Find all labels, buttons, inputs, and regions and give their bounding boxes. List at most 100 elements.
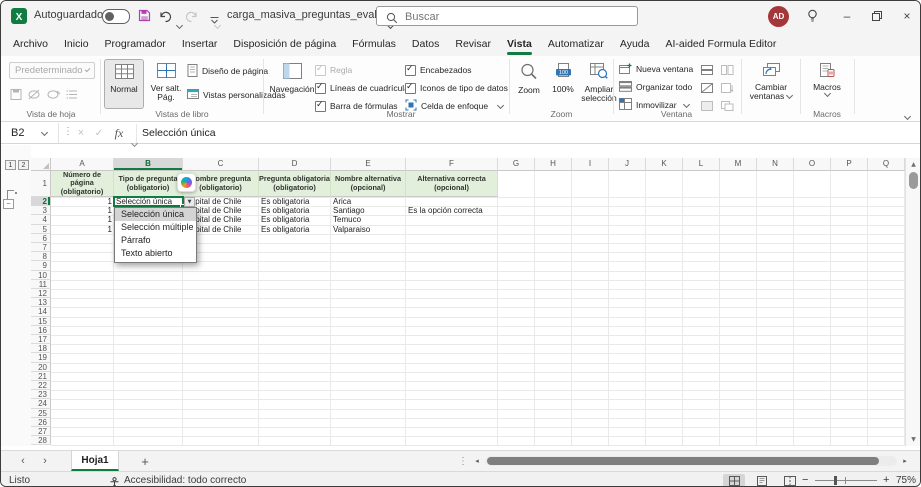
outline-gutter [1, 145, 31, 446]
row-header-8[interactable]: 8 [31, 252, 51, 261]
select-all-corner[interactable] [31, 158, 51, 171]
row-header-7[interactable]: 7 [31, 243, 51, 252]
cell-D5[interactable]: Es obligatoria [259, 225, 331, 234]
column-header-Q[interactable]: Q [868, 158, 905, 171]
hscroll-right-arrow[interactable]: ▸ [899, 451, 911, 471]
cell-F3[interactable]: Es la opción correcta [406, 206, 498, 215]
row-header-27[interactable]: 27 [31, 427, 51, 436]
dropdown-option[interactable]: Selección múltiple [115, 221, 196, 234]
cell-D4[interactable]: Es obligatoria [259, 215, 331, 224]
column-header-P[interactable]: P [831, 158, 868, 171]
row-header-3[interactable]: 3 [31, 206, 51, 215]
column-header-L[interactable]: L [683, 158, 720, 171]
horizontal-scrollbar-thumb[interactable] [487, 457, 879, 465]
cell-B2[interactable]: Selección única [114, 197, 183, 206]
normal-view-status-button[interactable] [723, 474, 745, 487]
row-header-14[interactable]: 14 [31, 307, 51, 316]
cell-A5[interactable]: 1 [51, 225, 114, 234]
column-header-G[interactable]: G [498, 158, 535, 171]
cell-dropdown-button[interactable]: ▼ [184, 197, 195, 207]
column-header-D[interactable]: D [259, 158, 331, 171]
sheet-tab-hoja1[interactable]: Hoja1 [71, 451, 119, 471]
cell-A4[interactable]: 1 [51, 215, 114, 224]
column-header-K[interactable]: K [646, 158, 683, 171]
outline-level-button-2[interactable]: 2 [18, 160, 29, 170]
cell-D2[interactable]: Es obligatoria [259, 197, 331, 206]
row-header-17[interactable]: 17 [31, 335, 51, 344]
row-header-1[interactable]: 1 [31, 171, 51, 197]
row-header-13[interactable]: 13 [31, 298, 51, 307]
row-header-26[interactable]: 26 [31, 418, 51, 427]
zoom-in-button[interactable]: + [883, 472, 889, 487]
row-header-18[interactable]: 18 [31, 344, 51, 353]
outline-collapse-button[interactable]: − [3, 199, 14, 209]
row-header-15[interactable]: 15 [31, 317, 51, 326]
cell-D3[interactable]: Es obligatoria [259, 206, 331, 215]
row-header-23[interactable]: 23 [31, 390, 51, 399]
row-header-2[interactable]: 2 [31, 197, 51, 206]
cell-E2[interactable]: Arica [331, 197, 406, 206]
header-cell-B1[interactable]: Tipo de pregunta(obligatorio) [114, 171, 183, 197]
vertical-scrollbar-thumb[interactable] [909, 172, 918, 189]
zoom-slider-track[interactable] [815, 480, 877, 481]
horizontal-scrollbar[interactable] [485, 456, 897, 466]
select-all-triangle [43, 163, 49, 169]
hscroll-left-arrow[interactable]: ◂ [471, 451, 483, 471]
cell-A3[interactable]: 1 [51, 206, 114, 215]
cell-E5[interactable]: Valparaiso [331, 225, 406, 234]
row-header-21[interactable]: 21 [31, 372, 51, 381]
next-sheet-button[interactable]: › [37, 451, 53, 471]
row-header-4[interactable]: 4 [31, 215, 51, 224]
row-header-12[interactable]: 12 [31, 289, 51, 298]
scroll-down-arrow[interactable]: ▼ [906, 436, 921, 443]
column-header-J[interactable]: J [609, 158, 646, 171]
add-sheet-button[interactable]: + [136, 451, 154, 471]
scroll-up-arrow[interactable]: ▲ [906, 161, 921, 168]
row-header-9[interactable]: 9 [31, 261, 51, 270]
cell-A2[interactable]: 1 [51, 197, 114, 206]
column-header-H[interactable]: H [535, 158, 572, 171]
column-header-F[interactable]: F [406, 158, 498, 171]
tab-splitter-grip[interactable]: ⋮ [457, 451, 469, 471]
column-header-B[interactable]: B [114, 158, 183, 171]
column-header-M[interactable]: M [720, 158, 757, 171]
accessibility-icon [109, 475, 120, 487]
row-header-24[interactable]: 24 [31, 399, 51, 408]
row-header-5[interactable]: 5 [31, 225, 51, 234]
header-cell-A1[interactable]: Número de página(obligatorio) [51, 171, 114, 197]
cell-E3[interactable]: Santiago [331, 206, 406, 215]
vertical-scrollbar[interactable]: ▲ ▼ [905, 158, 921, 446]
page-break-status-button[interactable] [779, 474, 801, 487]
dropdown-option[interactable]: Selección única [115, 208, 196, 221]
row-header-6[interactable]: 6 [31, 234, 51, 243]
row-header-19[interactable]: 19 [31, 353, 51, 362]
header-cell-F1[interactable]: Alternativa correcta(opcional) [406, 171, 498, 197]
header-cell-D1[interactable]: Pregunta obligatoria(obligatorio) [259, 171, 331, 197]
page-layout-status-button[interactable] [751, 474, 773, 487]
previous-sheet-button[interactable]: ‹ [15, 451, 31, 471]
zoom-slider-knob[interactable] [834, 476, 837, 485]
copilot-button[interactable] [177, 173, 196, 192]
column-header-E[interactable]: E [331, 158, 406, 171]
column-header-I[interactable]: I [572, 158, 609, 171]
column-header-O[interactable]: O [794, 158, 831, 171]
row-header-28[interactable]: 28 [31, 436, 51, 445]
column-header-N[interactable]: N [757, 158, 794, 171]
cell-E4[interactable]: Temuco [331, 215, 406, 224]
row-header-22[interactable]: 22 [31, 381, 51, 390]
outline-level-button-1[interactable]: 1 [5, 160, 16, 170]
zoom-percentage[interactable]: 75% [896, 472, 916, 487]
accessibility-status[interactable]: Accesibilidad: todo correcto [124, 472, 246, 487]
zoom-out-button[interactable]: − [802, 472, 808, 487]
row-header-11[interactable]: 11 [31, 280, 51, 289]
row-header-25[interactable]: 25 [31, 409, 51, 418]
gridline-horizontal [51, 335, 905, 336]
column-header-C[interactable]: C [183, 158, 259, 171]
dropdown-option[interactable]: Texto abierto [115, 247, 196, 260]
row-header-20[interactable]: 20 [31, 363, 51, 372]
header-cell-E1[interactable]: Nombre alternativa(opcional) [331, 171, 406, 197]
dropdown-option[interactable]: Párrafo [115, 234, 196, 247]
row-header-10[interactable]: 10 [31, 271, 51, 280]
row-header-16[interactable]: 16 [31, 326, 51, 335]
status-mode[interactable]: Listo [9, 472, 30, 487]
